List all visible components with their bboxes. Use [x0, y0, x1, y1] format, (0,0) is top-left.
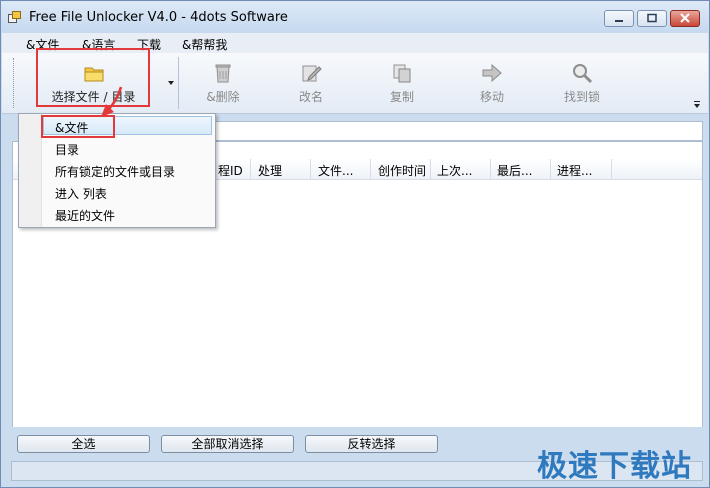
path-input[interactable] — [215, 121, 703, 141]
rename-icon — [302, 65, 322, 82]
select-all-button[interactable]: 全选 — [17, 435, 150, 453]
copy-button[interactable]: 复制 — [380, 55, 424, 111]
rename-button[interactable]: 改名 — [289, 55, 333, 111]
toolbar-separator — [178, 57, 179, 109]
copy-label: 复制 — [389, 90, 414, 104]
arrow-right-icon — [482, 63, 502, 83]
toolbar-overflow-icon[interactable] — [693, 101, 701, 109]
col-process[interactable]: 进程... — [557, 162, 592, 179]
annotation-arrow-icon — [101, 86, 123, 117]
toolbar-grip[interactable] — [13, 58, 16, 108]
deselect-all-button[interactable]: 全部取消选择 — [161, 435, 294, 453]
minimize-icon — [615, 20, 623, 22]
col-created[interactable]: 创作时间 — [378, 162, 426, 179]
minimize-button[interactable] — [604, 10, 634, 27]
window-title: Free File Unlocker V4.0 - 4dots Software — [29, 10, 288, 25]
close-icon — [680, 13, 690, 23]
column-divider[interactable] — [310, 159, 311, 179]
col-file[interactable]: 文件... — [318, 162, 353, 179]
menu-item-recent-files[interactable]: 最近的文件 — [55, 207, 115, 224]
menu-item-enter-list[interactable]: 进入 列表 — [55, 185, 107, 202]
column-divider[interactable] — [250, 159, 251, 179]
move-button[interactable]: 移动 — [470, 55, 514, 111]
app-window: Free File Unlocker V4.0 - 4dots Software… — [0, 0, 710, 488]
delete-label: &删除 — [206, 90, 240, 104]
column-divider[interactable] — [490, 159, 491, 179]
invert-selection-button[interactable]: 反转选择 — [305, 435, 438, 453]
delete-button[interactable]: &删除 — [197, 55, 249, 111]
menu-icon-gutter — [19, 114, 42, 227]
column-divider[interactable] — [611, 159, 612, 179]
col-last-modified[interactable]: 最后... — [497, 162, 532, 179]
column-divider[interactable] — [550, 159, 551, 179]
move-label: 移动 — [479, 90, 504, 104]
maximize-icon — [647, 13, 657, 23]
annotation-box-select-button — [36, 48, 150, 107]
maximize-button[interactable] — [637, 10, 667, 27]
app-icon — [8, 11, 21, 23]
close-button[interactable] — [670, 10, 700, 27]
menu-item-all-locked[interactable]: 所有锁定的文件或目录 — [55, 163, 175, 180]
chevron-down-icon[interactable] — [168, 81, 175, 86]
menu-help[interactable]: &帮帮我 — [182, 36, 227, 53]
col-process-id[interactable]: 程ID — [218, 162, 243, 179]
find-lock-label: 找到锁 — [563, 90, 600, 104]
col-last-access[interactable]: 上次... — [437, 162, 472, 179]
rename-label: 改名 — [298, 90, 323, 104]
column-divider[interactable] — [430, 159, 431, 179]
column-divider[interactable] — [370, 159, 371, 179]
col-handle[interactable]: 处理 — [258, 162, 282, 179]
find-lock-button[interactable]: 找到锁 — [558, 55, 606, 111]
search-icon — [573, 64, 593, 84]
title-bar: Free File Unlocker V4.0 - 4dots Software — [1, 1, 709, 33]
menu-item-folder[interactable]: 目录 — [55, 141, 79, 158]
recycle-bin-icon — [215, 64, 231, 83]
copy-icon — [393, 64, 411, 83]
watermark-logo: 极速下载站 — [537, 449, 692, 484]
